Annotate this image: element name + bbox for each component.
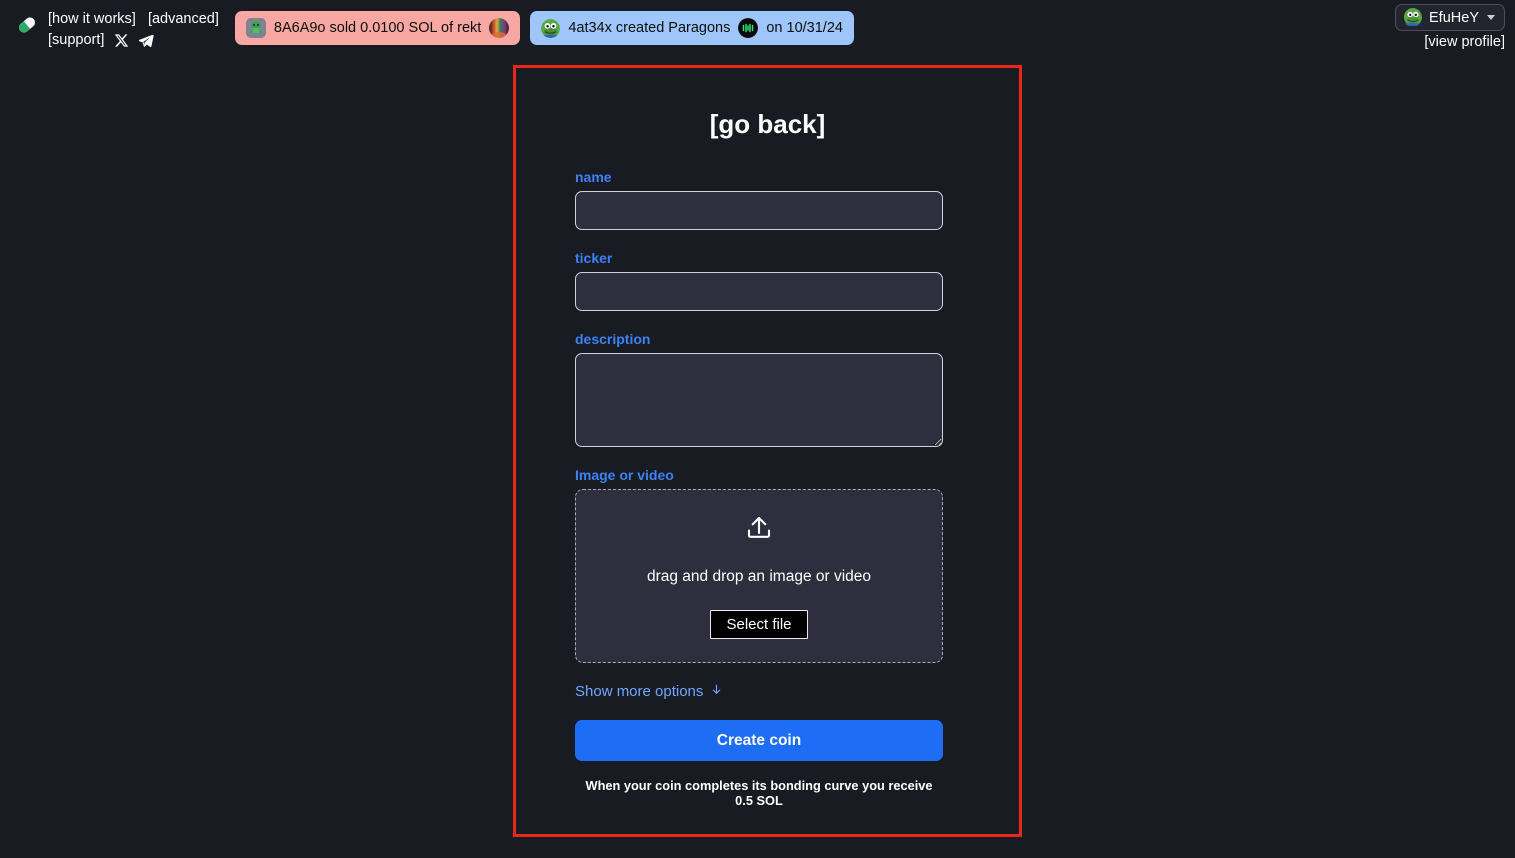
name-input[interactable] xyxy=(575,191,943,230)
activity-banner-created[interactable]: 4at34x created Paragons on 10/31/24 xyxy=(530,11,854,45)
view-profile-link[interactable]: [view profile] xyxy=(1395,34,1505,50)
top-bar: [how it works] [advanced] [support] 8A6A… xyxy=(0,0,1515,50)
header-nav: [how it works] [advanced] [support] xyxy=(48,4,219,51)
ticker-input[interactable] xyxy=(575,272,943,311)
nav-link-how-it-works[interactable]: [how it works] xyxy=(48,11,136,27)
activity-banner-text: 8A6A9o sold 0.0100 SOL of rekt xyxy=(273,20,482,36)
coin-paragons-icon xyxy=(738,18,759,38)
media-label: Image or video xyxy=(575,467,674,483)
show-more-options-link[interactable]: Show more options xyxy=(575,682,723,701)
user-avatar-pepe-icon xyxy=(1403,8,1423,27)
bonding-curve-note: When your coin completes its bonding cur… xyxy=(585,778,933,808)
go-back-link[interactable]: [go back] xyxy=(575,109,960,140)
profile-area: EfuHeY [view profile] xyxy=(1395,4,1505,50)
dropzone-text: drag and drop an image or video xyxy=(646,568,872,585)
activity-banner-text-before: 4at34x created Paragons xyxy=(568,20,731,36)
file-dropzone[interactable]: drag and drop an image or video Select f… xyxy=(575,489,943,663)
show-more-options-label: Show more options xyxy=(575,683,704,700)
create-coin-button[interactable]: Create coin xyxy=(575,720,943,761)
chevron-down-icon xyxy=(1487,15,1495,20)
arrow-down-icon xyxy=(710,682,723,701)
profile-menu-button[interactable]: EfuHeY xyxy=(1395,4,1505,31)
profile-username: EfuHeY xyxy=(1429,9,1479,26)
coin-rainbow-icon xyxy=(489,18,510,38)
activity-ticker: 8A6A9o sold 0.0100 SOL of rekt 4at34x cr… xyxy=(234,4,854,45)
create-coin-card: [go back] name ticker description Image … xyxy=(513,65,1022,837)
pill-capsule-logo-icon[interactable] xyxy=(12,10,42,40)
user-avatar-pepe-icon xyxy=(541,18,561,38)
name-label: name xyxy=(575,169,612,185)
activity-banner-sold[interactable]: 8A6A9o sold 0.0100 SOL of rekt xyxy=(234,11,521,45)
activity-banner-text-after: on 10/31/24 xyxy=(766,20,843,36)
description-label: description xyxy=(575,331,651,347)
description-textarea[interactable] xyxy=(575,353,943,447)
nav-link-support[interactable]: [support] xyxy=(48,30,104,51)
select-file-button[interactable]: Select file xyxy=(710,610,808,639)
user-avatar-pixel-green-icon xyxy=(245,18,266,38)
telegram-icon[interactable] xyxy=(138,33,155,49)
ticker-label: ticker xyxy=(575,250,613,266)
upload-icon xyxy=(744,513,774,548)
nav-link-advanced[interactable]: [advanced] xyxy=(148,11,219,27)
x-twitter-icon[interactable] xyxy=(113,33,129,49)
